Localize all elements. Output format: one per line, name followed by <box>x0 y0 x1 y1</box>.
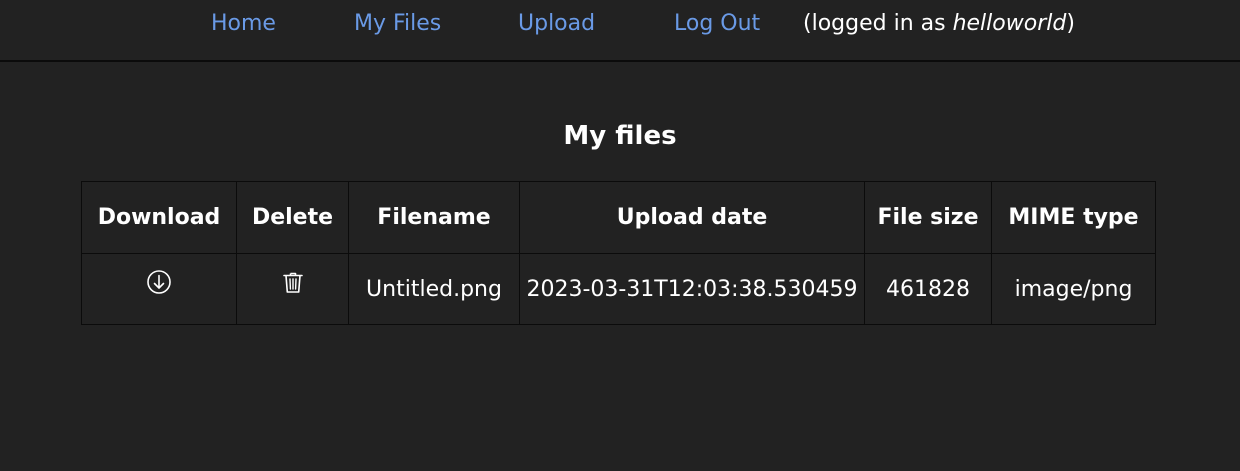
page-title: My files <box>563 121 677 151</box>
table-row: Untitled.png 2023-03-31T12:03:38.530459 … <box>81 253 1156 325</box>
delete-cell <box>236 253 349 325</box>
download-circle-icon[interactable] <box>144 267 174 297</box>
nav-log-out-link[interactable]: Log Out <box>674 10 760 38</box>
column-header-delete: Delete <box>236 181 349 254</box>
nav-my-files-link[interactable]: My Files <box>354 10 441 38</box>
column-header-mime-type: MIME type <box>991 181 1156 254</box>
trash-icon[interactable] <box>278 267 308 297</box>
files-table: Download Delete Filename Upload date Fil… <box>81 181 1156 325</box>
login-prefix: (logged in as <box>803 11 953 36</box>
filename-cell: Untitled.png <box>348 253 520 325</box>
login-suffix: ) <box>1066 11 1075 36</box>
login-status: (logged in as helloworld) <box>803 10 1075 38</box>
column-header-download: Download <box>81 181 237 254</box>
file-size-cell: 461828 <box>864 253 992 325</box>
username: helloworld <box>952 11 1067 36</box>
download-cell <box>81 253 237 325</box>
mime-type-cell: image/png <box>991 253 1156 325</box>
nav-home-link[interactable]: Home <box>211 10 276 38</box>
column-header-filename: Filename <box>348 181 520 254</box>
top-navigation: Home My Files Upload Log Out (logged in … <box>0 0 1240 62</box>
table-header-row: Download Delete Filename Upload date Fil… <box>81 181 1156 254</box>
column-header-file-size: File size <box>864 181 992 254</box>
upload-date-cell: 2023-03-31T12:03:38.530459 <box>519 253 865 325</box>
nav-upload-link[interactable]: Upload <box>518 10 595 38</box>
column-header-upload-date: Upload date <box>519 181 865 254</box>
